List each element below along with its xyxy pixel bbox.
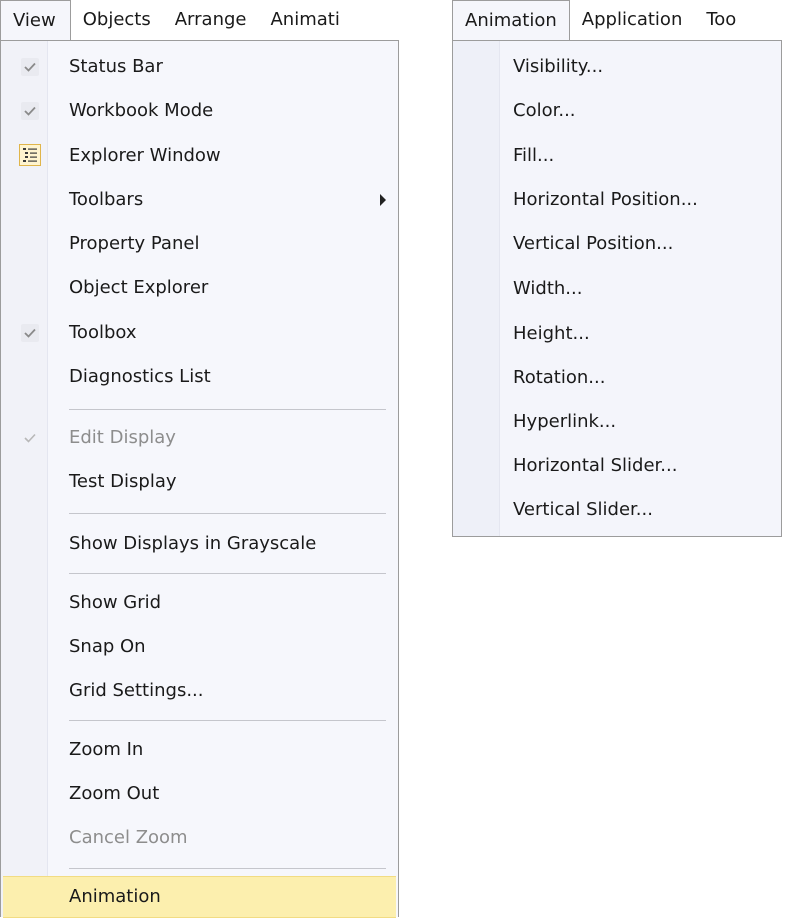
menu-item-label: Test Display [69, 471, 177, 492]
submenu-arrow-icon [380, 194, 386, 206]
menubar-item-label: Animati [270, 9, 340, 30]
menu-item-label: Rotation... [513, 367, 606, 388]
menu-item-width[interactable]: Width... [455, 268, 779, 310]
checkmark-icon [21, 429, 39, 447]
menu-item-rotation[interactable]: Rotation... [455, 357, 779, 399]
checkmark-icon [21, 324, 39, 342]
menu-item-vertical-slider[interactable]: Vertical Slider... [455, 489, 779, 531]
menu-item-label: Zoom In [69, 739, 144, 760]
menu-item-zoom-out[interactable]: Zoom Out [3, 773, 396, 815]
menu-item-label: Toolbox [69, 322, 137, 343]
right-menubar: Animation Application Too [452, 0, 785, 40]
menu-item-label: Horizontal Slider... [513, 455, 678, 476]
menubar-item-label: Animation [465, 9, 557, 31]
menubar-item-arrange[interactable]: Arrange [163, 0, 259, 40]
menu-separator [69, 720, 386, 721]
menu-separator [69, 573, 386, 574]
checkmark-icon [21, 102, 39, 120]
left-menubar: View Objects Arrange Animati [0, 0, 398, 40]
menu-item-label: Show Displays in Grayscale [69, 533, 317, 554]
menu-item-label: Object Explorer [69, 277, 209, 298]
menu-separator [69, 868, 386, 869]
menubar-item-view[interactable]: View [0, 0, 71, 40]
menubar-item-objects[interactable]: Objects [71, 0, 163, 40]
menu-item-label: Edit Display [69, 427, 176, 448]
menu-item-label: Zoom Out [69, 783, 160, 804]
menu-item-label: Snap On [69, 636, 146, 657]
menu-item-grid-settings[interactable]: Grid Settings... [3, 670, 396, 712]
menu-separator [69, 513, 386, 514]
menubar-item-label: Objects [82, 9, 151, 30]
menubar-item-animation[interactable]: Animati [258, 0, 351, 40]
menu-item-horizontal-slider[interactable]: Horizontal Slider... [455, 445, 779, 487]
menu-item-hyperlink[interactable]: Hyperlink... [455, 401, 779, 443]
view-menu-dropdown: Status Bar Workbook Mode Explorer Window… [0, 40, 399, 918]
menu-separator [69, 409, 386, 410]
menu-item-label: Status Bar [69, 56, 163, 77]
menu-item-test-display[interactable]: Test Display [3, 461, 396, 503]
menu-item-label: Fill... [513, 145, 555, 166]
menu-item-label: Toolbars [69, 189, 144, 210]
menu-item-explorer-window[interactable]: Explorer Window [3, 135, 396, 177]
menubar-item-label: Application [581, 9, 683, 30]
menu-item-label: Horizontal Position... [513, 189, 698, 210]
menu-item-show-displays-grayscale[interactable]: Show Displays in Grayscale [3, 523, 396, 565]
menu-item-visibility[interactable]: Visibility... [455, 46, 779, 88]
menu-item-label: Workbook Mode [69, 100, 214, 121]
menu-item-diagnostics-list[interactable]: Diagnostics List [3, 356, 396, 398]
menu-item-status-bar[interactable]: Status Bar [3, 46, 396, 88]
menu-item-workbook-mode[interactable]: Workbook Mode [3, 90, 396, 132]
menu-item-label: Height... [513, 323, 590, 344]
menu-item-cancel-zoom[interactable]: Cancel Zoom [3, 817, 396, 859]
menu-item-label: Animation [69, 886, 161, 907]
menu-item-property-panel[interactable]: Property Panel [3, 223, 396, 265]
menu-item-label: Visibility... [513, 56, 604, 77]
menu-item-label: Show Grid [69, 592, 162, 613]
menu-item-label: Diagnostics List [69, 366, 211, 387]
animation-menu-dropdown: Visibility... Color... Fill... Horizonta… [452, 40, 782, 537]
menu-item-zoom-in[interactable]: Zoom In [3, 729, 396, 771]
menu-item-label: Vertical Slider... [513, 499, 653, 520]
menu-item-label: Cancel Zoom [69, 827, 188, 848]
menubar-item-label: View [13, 9, 56, 31]
menu-item-edit-display[interactable]: Edit Display [3, 417, 396, 459]
menu-item-label: Hyperlink... [513, 411, 617, 432]
menu-item-label: Vertical Position... [513, 233, 674, 254]
explorer-window-icon [19, 144, 41, 166]
menu-item-label: Width... [513, 278, 583, 299]
menu-item-label: Property Panel [69, 233, 200, 254]
menu-item-object-explorer[interactable]: Object Explorer [3, 267, 396, 309]
menubar-item-animation[interactable]: Animation [452, 0, 570, 40]
menubar-item-tools[interactable]: Too [694, 0, 748, 40]
menu-item-animation[interactable]: Animation [3, 876, 396, 918]
menu-item-label: Explorer Window [69, 145, 221, 166]
menu-item-vertical-position[interactable]: Vertical Position... [455, 223, 779, 265]
menu-item-fill[interactable]: Fill... [455, 135, 779, 177]
menu-item-horizontal-position[interactable]: Horizontal Position... [455, 179, 779, 221]
menubar-item-application[interactable]: Application [570, 0, 695, 40]
menu-item-toolbars[interactable]: Toolbars [3, 179, 396, 221]
menu-item-color[interactable]: Color... [455, 90, 779, 132]
checkmark-icon [21, 58, 39, 76]
menubar-item-label: Too [706, 9, 737, 30]
menu-item-height[interactable]: Height... [455, 313, 779, 355]
menu-item-label: Color... [513, 100, 576, 121]
menubar-item-label: Arrange [174, 9, 247, 30]
menu-item-label: Grid Settings... [69, 680, 204, 701]
menu-item-toolbox[interactable]: Toolbox [3, 312, 396, 354]
menu-item-snap-on[interactable]: Snap On [3, 626, 396, 668]
menu-item-show-grid[interactable]: Show Grid [3, 582, 396, 624]
